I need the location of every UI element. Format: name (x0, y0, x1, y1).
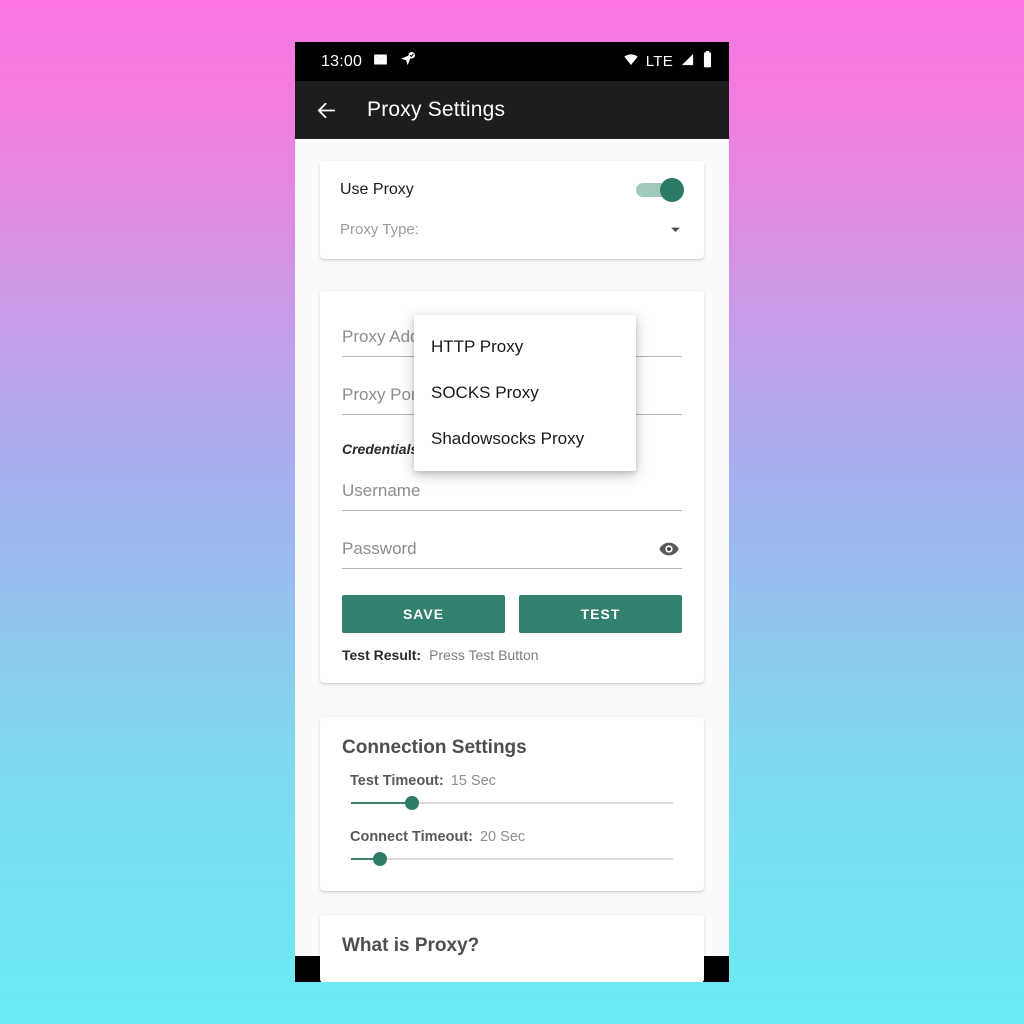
use-proxy-toggle[interactable] (636, 178, 684, 202)
wifi-icon (623, 51, 639, 72)
test-timeout-value: 15 Sec (450, 773, 496, 789)
wallpaper-backdrop: 13:00 LTE Proxy Settings Use Proxy Proxy… (0, 0, 1024, 1024)
dropdown-option-http[interactable]: HTTP Proxy (414, 324, 636, 370)
proxy-type-label: Proxy Type: (340, 220, 419, 238)
password-input[interactable] (342, 537, 682, 569)
what-is-proxy-card[interactable]: What is Proxy? (320, 915, 704, 982)
username-field-wrap (342, 479, 682, 511)
dropdown-option-shadowsocks[interactable]: Shadowsocks Proxy (414, 416, 636, 462)
chevron-down-icon[interactable] (666, 220, 684, 238)
password-field-wrap (342, 537, 682, 569)
slider-thumb[interactable] (372, 852, 387, 866)
proxy-toggle-card: Use Proxy Proxy Type: (320, 161, 704, 259)
test-timeout-caption: Test Timeout: 15 Sec (342, 773, 682, 789)
app-bar: Proxy Settings (295, 81, 729, 139)
status-bar: 13:00 LTE (295, 42, 729, 81)
battery-icon (702, 50, 713, 73)
proxy-type-dropdown-menu[interactable]: HTTP Proxy SOCKS Proxy Shadowsocks Proxy (414, 315, 636, 471)
connect-timeout-label: Connect Timeout: (350, 829, 473, 845)
network-type-label: LTE (645, 53, 673, 70)
test-result-row: Test Result: Press Test Button (342, 647, 682, 663)
proxy-type-row[interactable]: Proxy Type: (340, 217, 684, 241)
form-button-row: SAVE TEST (342, 595, 682, 633)
connect-timeout-slider[interactable] (351, 851, 673, 867)
signal-icon (680, 52, 695, 72)
use-proxy-label: Use Proxy (340, 181, 414, 198)
settings-scroll-area[interactable]: Use Proxy Proxy Type: Proxy Address Prox… (295, 139, 729, 982)
use-proxy-row: Use Proxy (340, 177, 684, 203)
slider-fill (351, 802, 413, 804)
status-bar-clock: 13:00 (321, 52, 363, 70)
connect-timeout-value: 20 Sec (479, 829, 526, 845)
page-title: Proxy Settings (367, 98, 506, 121)
test-timeout-label: Test Timeout: (350, 773, 444, 789)
location-verified-icon (399, 51, 416, 73)
slider-thumb[interactable] (405, 796, 420, 810)
save-button[interactable]: SAVE (342, 595, 505, 633)
mail-icon (372, 51, 389, 73)
connection-settings-title: Connection Settings (342, 737, 527, 758)
slider-rail (351, 858, 673, 860)
test-timeout-group: Test Timeout: 15 Sec (342, 773, 682, 811)
what-is-proxy-title: What is Proxy? (342, 935, 480, 956)
phone-screen: 13:00 LTE Proxy Settings Use Proxy Proxy… (295, 42, 729, 982)
username-input[interactable] (342, 479, 682, 511)
status-bar-right-group: LTE (623, 50, 713, 73)
test-result-value: Press Test Button (429, 647, 539, 663)
arrow-back-icon[interactable] (313, 97, 339, 123)
test-button[interactable]: TEST (519, 595, 682, 633)
connect-timeout-caption: Connect Timeout: 20 Sec (342, 829, 682, 845)
eye-icon[interactable] (658, 538, 680, 560)
connect-timeout-group: Connect Timeout: 20 Sec (342, 829, 682, 867)
dropdown-option-socks[interactable]: SOCKS Proxy (414, 370, 636, 416)
connection-settings-card: Connection Settings Test Timeout: 15 Sec (320, 717, 704, 891)
status-bar-left-group: 13:00 (321, 51, 416, 73)
test-result-label: Test Result: (342, 647, 422, 663)
toggle-thumb (660, 178, 684, 202)
test-timeout-slider[interactable] (351, 795, 673, 811)
